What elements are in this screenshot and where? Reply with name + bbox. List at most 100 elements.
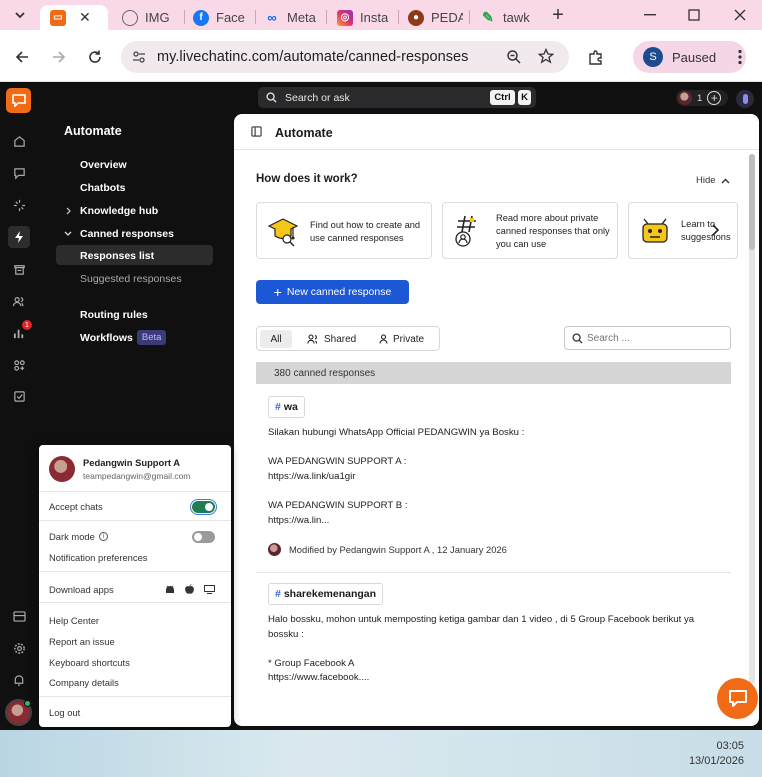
extensions-button[interactable] <box>587 49 605 67</box>
info-card-create[interactable]: Find out how to create and use canned re… <box>256 202 432 259</box>
tab-peda[interactable]: ● PEDA <box>408 5 463 30</box>
filter-all[interactable]: All <box>260 330 292 348</box>
filter-shared-label: Shared <box>324 333 357 345</box>
rail-home[interactable] <box>9 131 29 151</box>
browser-menu-button[interactable] <box>737 49 743 65</box>
tab-label: IMG <box>145 10 170 25</box>
user-avatar-button[interactable] <box>5 699 32 726</box>
tab-facebook[interactable]: f Face <box>193 5 248 30</box>
active-agents-pill[interactable]: 1 + <box>676 90 728 106</box>
reload-button[interactable] <box>87 49 103 65</box>
accept-chats-label: Accept chats <box>49 501 103 512</box>
nav-suggested-responses[interactable]: Suggested responses <box>80 273 182 285</box>
icon-rail: 1 <box>0 82 37 730</box>
notification-preferences[interactable]: Notification preferences <box>49 552 148 563</box>
profile-button[interactable]: S Paused <box>633 41 746 73</box>
tab-instagram[interactable]: ◎ Insta <box>337 5 392 30</box>
add-agent-icon[interactable]: + <box>707 91 722 105</box>
report-issue-link[interactable]: Report an issue <box>49 636 115 647</box>
clock-date: 13/01/2026 <box>688 755 744 767</box>
search-icon <box>266 92 277 103</box>
filter-private[interactable]: Private <box>379 330 424 348</box>
rail-tasks[interactable] <box>9 386 29 406</box>
minimize-button[interactable] <box>639 5 661 25</box>
zoom-icon <box>507 50 521 64</box>
tab-label: tawk <box>503 10 530 25</box>
rail-billing[interactable] <box>9 606 29 626</box>
nav-title: Automate <box>64 124 122 138</box>
responses-search[interactable] <box>564 326 731 350</box>
nav-chatbots[interactable]: Chatbots <box>80 182 126 194</box>
new-tab-button[interactable]: + <box>547 4 569 26</box>
close-tab-icon[interactable]: ✕ <box>79 9 91 26</box>
rail-automate[interactable] <box>8 226 30 248</box>
how-it-works-title: How does it work? <box>256 173 358 185</box>
global-search-label: Search or ask <box>285 91 350 104</box>
tab-livechat[interactable]: ▭ ✕ <box>40 5 108 30</box>
checklist-icon <box>13 390 25 402</box>
apple-icon <box>185 584 194 594</box>
rail-team[interactable] <box>9 291 29 311</box>
beta-badge: Beta <box>136 330 167 345</box>
minimize-icon <box>644 14 656 16</box>
nav-canned-responses[interactable]: Canned responses <box>80 228 174 240</box>
response-body: Halo bossku, mohon untuk memposting keti… <box>268 614 695 684</box>
livechat-logo[interactable] <box>6 88 31 113</box>
nav-routing-rules[interactable]: Routing rules <box>80 309 148 321</box>
tab-label: PEDA <box>431 10 463 25</box>
info-card-suggestions[interactable]: Learn to suggestions <box>628 202 738 259</box>
nav-responses-list[interactable]: Responses list <box>80 250 154 262</box>
help-center-link[interactable]: Help Center <box>49 615 99 626</box>
rail-chats[interactable] <box>9 163 29 183</box>
system-clock[interactable]: 03:05 13/01/2026 <box>689 739 744 769</box>
back-button[interactable] <box>14 49 30 65</box>
rail-notifications[interactable] <box>9 670 29 690</box>
log-out-button[interactable]: Log out <box>49 707 80 718</box>
bookmark-star-icon <box>538 48 554 64</box>
filter-shared[interactable]: Shared <box>307 330 356 348</box>
nav-knowledge-hub[interactable]: Knowledge hub <box>80 205 158 217</box>
tab-img[interactable]: IMG <box>122 5 182 30</box>
rail-archives[interactable] <box>9 259 29 279</box>
info-card-private[interactable]: Read more about private canned responses… <box>442 202 618 259</box>
hide-button[interactable]: Hide <box>696 175 730 186</box>
close-window-button[interactable] <box>729 5 751 25</box>
tab-label: Insta <box>360 10 389 25</box>
forward-button[interactable] <box>51 49 67 65</box>
nav-overview[interactable]: Overview <box>80 159 127 171</box>
puzzle-icon <box>589 50 602 65</box>
responses-search-input[interactable] <box>587 332 707 344</box>
keyboard-shortcuts-link[interactable]: Keyboard shortcuts <box>49 657 130 668</box>
rail-apps[interactable] <box>9 355 29 375</box>
global-search[interactable]: Search or ask Ctrl K <box>258 87 536 108</box>
rail-reports[interactable]: 1 <box>9 320 32 343</box>
tab-meta[interactable]: ∞ Meta <box>264 5 319 30</box>
ai-assistant-button[interactable] <box>736 90 754 108</box>
new-canned-response-button[interactable]: + New canned response <box>256 280 409 304</box>
nav-workflows[interactable]: Workflows Beta <box>80 330 167 345</box>
shortcut-ctrl: Ctrl <box>490 90 515 105</box>
app-top-bar: Search or ask Ctrl K 1 + <box>0 82 762 114</box>
reports-badge: 1 <box>22 320 32 330</box>
info-icon[interactable]: i <box>98 532 108 541</box>
online-status-icon <box>24 700 31 707</box>
address-bar[interactable]: my.livechatinc.com/automate/canned-respo… <box>121 41 569 73</box>
response-tag[interactable]: # wa <box>268 396 305 418</box>
rail-settings[interactable] <box>9 638 29 658</box>
tawk-favicon-icon: ✎ <box>482 9 494 25</box>
desktop-taskbar: 03:05 13/01/2026 <box>0 730 762 777</box>
response-tag[interactable]: # sharekemenangan <box>268 583 384 605</box>
arrow-left-icon <box>15 51 28 63</box>
accept-chats-toggle[interactable] <box>190 499 217 515</box>
company-details-link[interactable]: Company details <box>49 677 119 688</box>
dark-mode-toggle[interactable] <box>192 531 215 543</box>
maximize-button[interactable] <box>683 5 705 25</box>
rail-engage[interactable] <box>9 195 29 215</box>
chat-widget-button[interactable] <box>717 678 758 719</box>
tab-tawk[interactable]: ✎ tawk <box>480 5 535 30</box>
chevron-up-icon <box>721 178 730 183</box>
scrollbar-thumb[interactable] <box>749 154 755 250</box>
tab-search-button[interactable] <box>9 5 31 25</box>
chat-bubble-icon <box>728 690 747 707</box>
archive-icon <box>13 264 25 275</box>
